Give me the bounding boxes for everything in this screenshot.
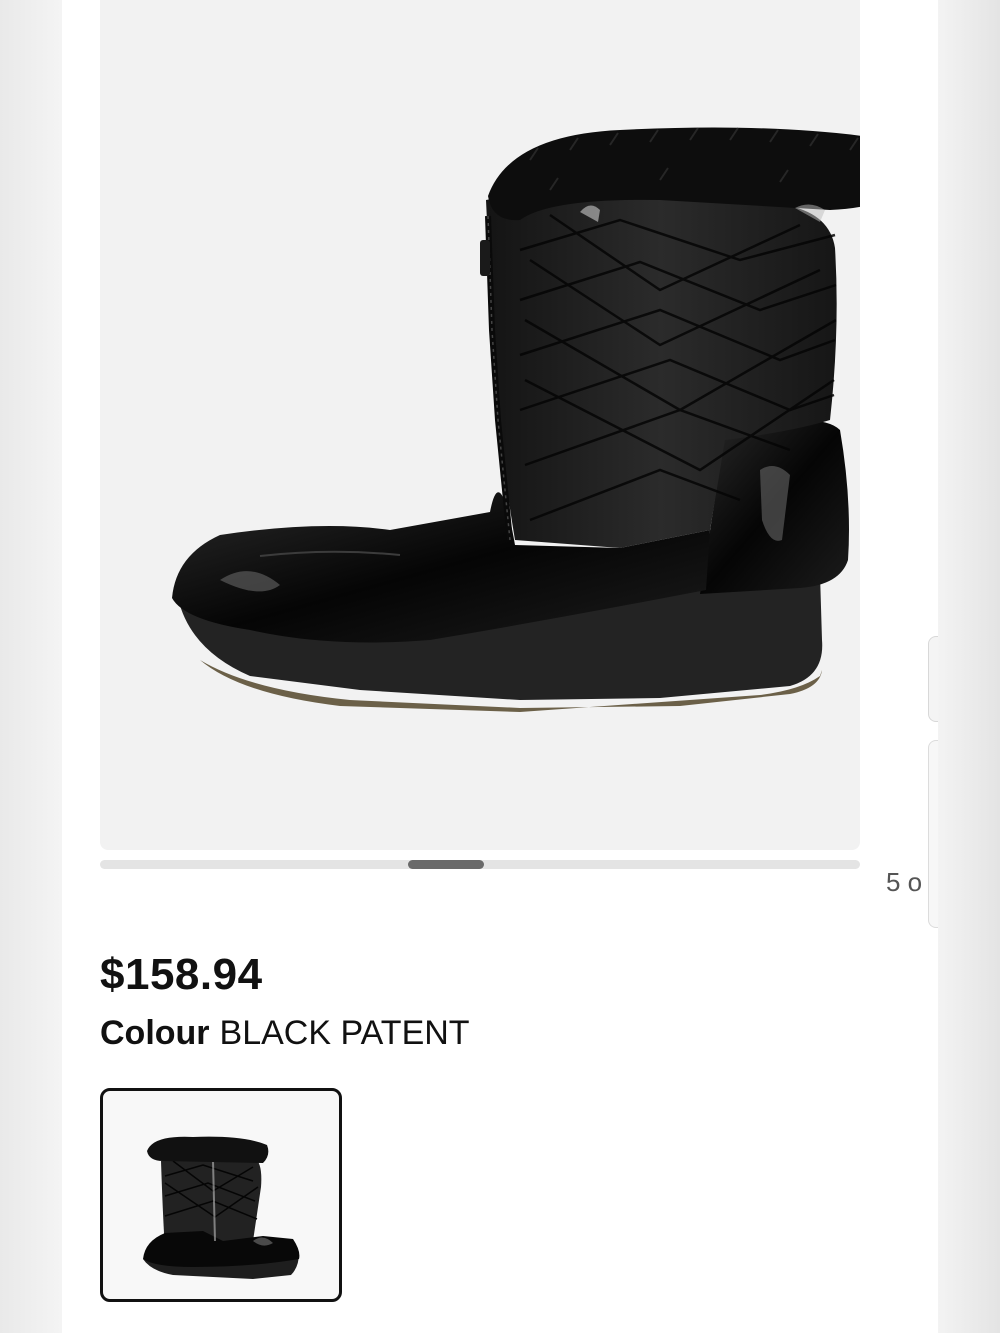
black-winter-boot-thumbnail — [143, 1136, 300, 1279]
carousel-scrollbar[interactable] — [100, 860, 860, 869]
screen: 5 o $158.94 Colour BLACK PATENT — [0, 0, 1000, 1333]
product-image-carousel[interactable] — [100, 0, 860, 850]
carousel-scroll-thumb[interactable] — [408, 860, 484, 869]
next-image-tab[interactable] — [928, 636, 938, 722]
image-counter-tab[interactable] — [928, 740, 938, 928]
product-page: 5 o $158.94 Colour BLACK PATENT — [62, 0, 938, 1333]
right-background-edge — [938, 0, 1000, 1333]
colour-swatch-black-patent[interactable] — [100, 1088, 342, 1302]
image-counter: 5 o — [886, 867, 923, 897]
colour-value: BLACK PATENT — [219, 1014, 470, 1052]
product-price: $158.94 — [100, 950, 263, 999]
left-background-edge — [0, 0, 62, 1333]
colour-selection: Colour BLACK PATENT — [100, 1014, 470, 1053]
colour-label: Colour — [100, 1014, 210, 1052]
black-winter-boot-image — [172, 127, 860, 712]
